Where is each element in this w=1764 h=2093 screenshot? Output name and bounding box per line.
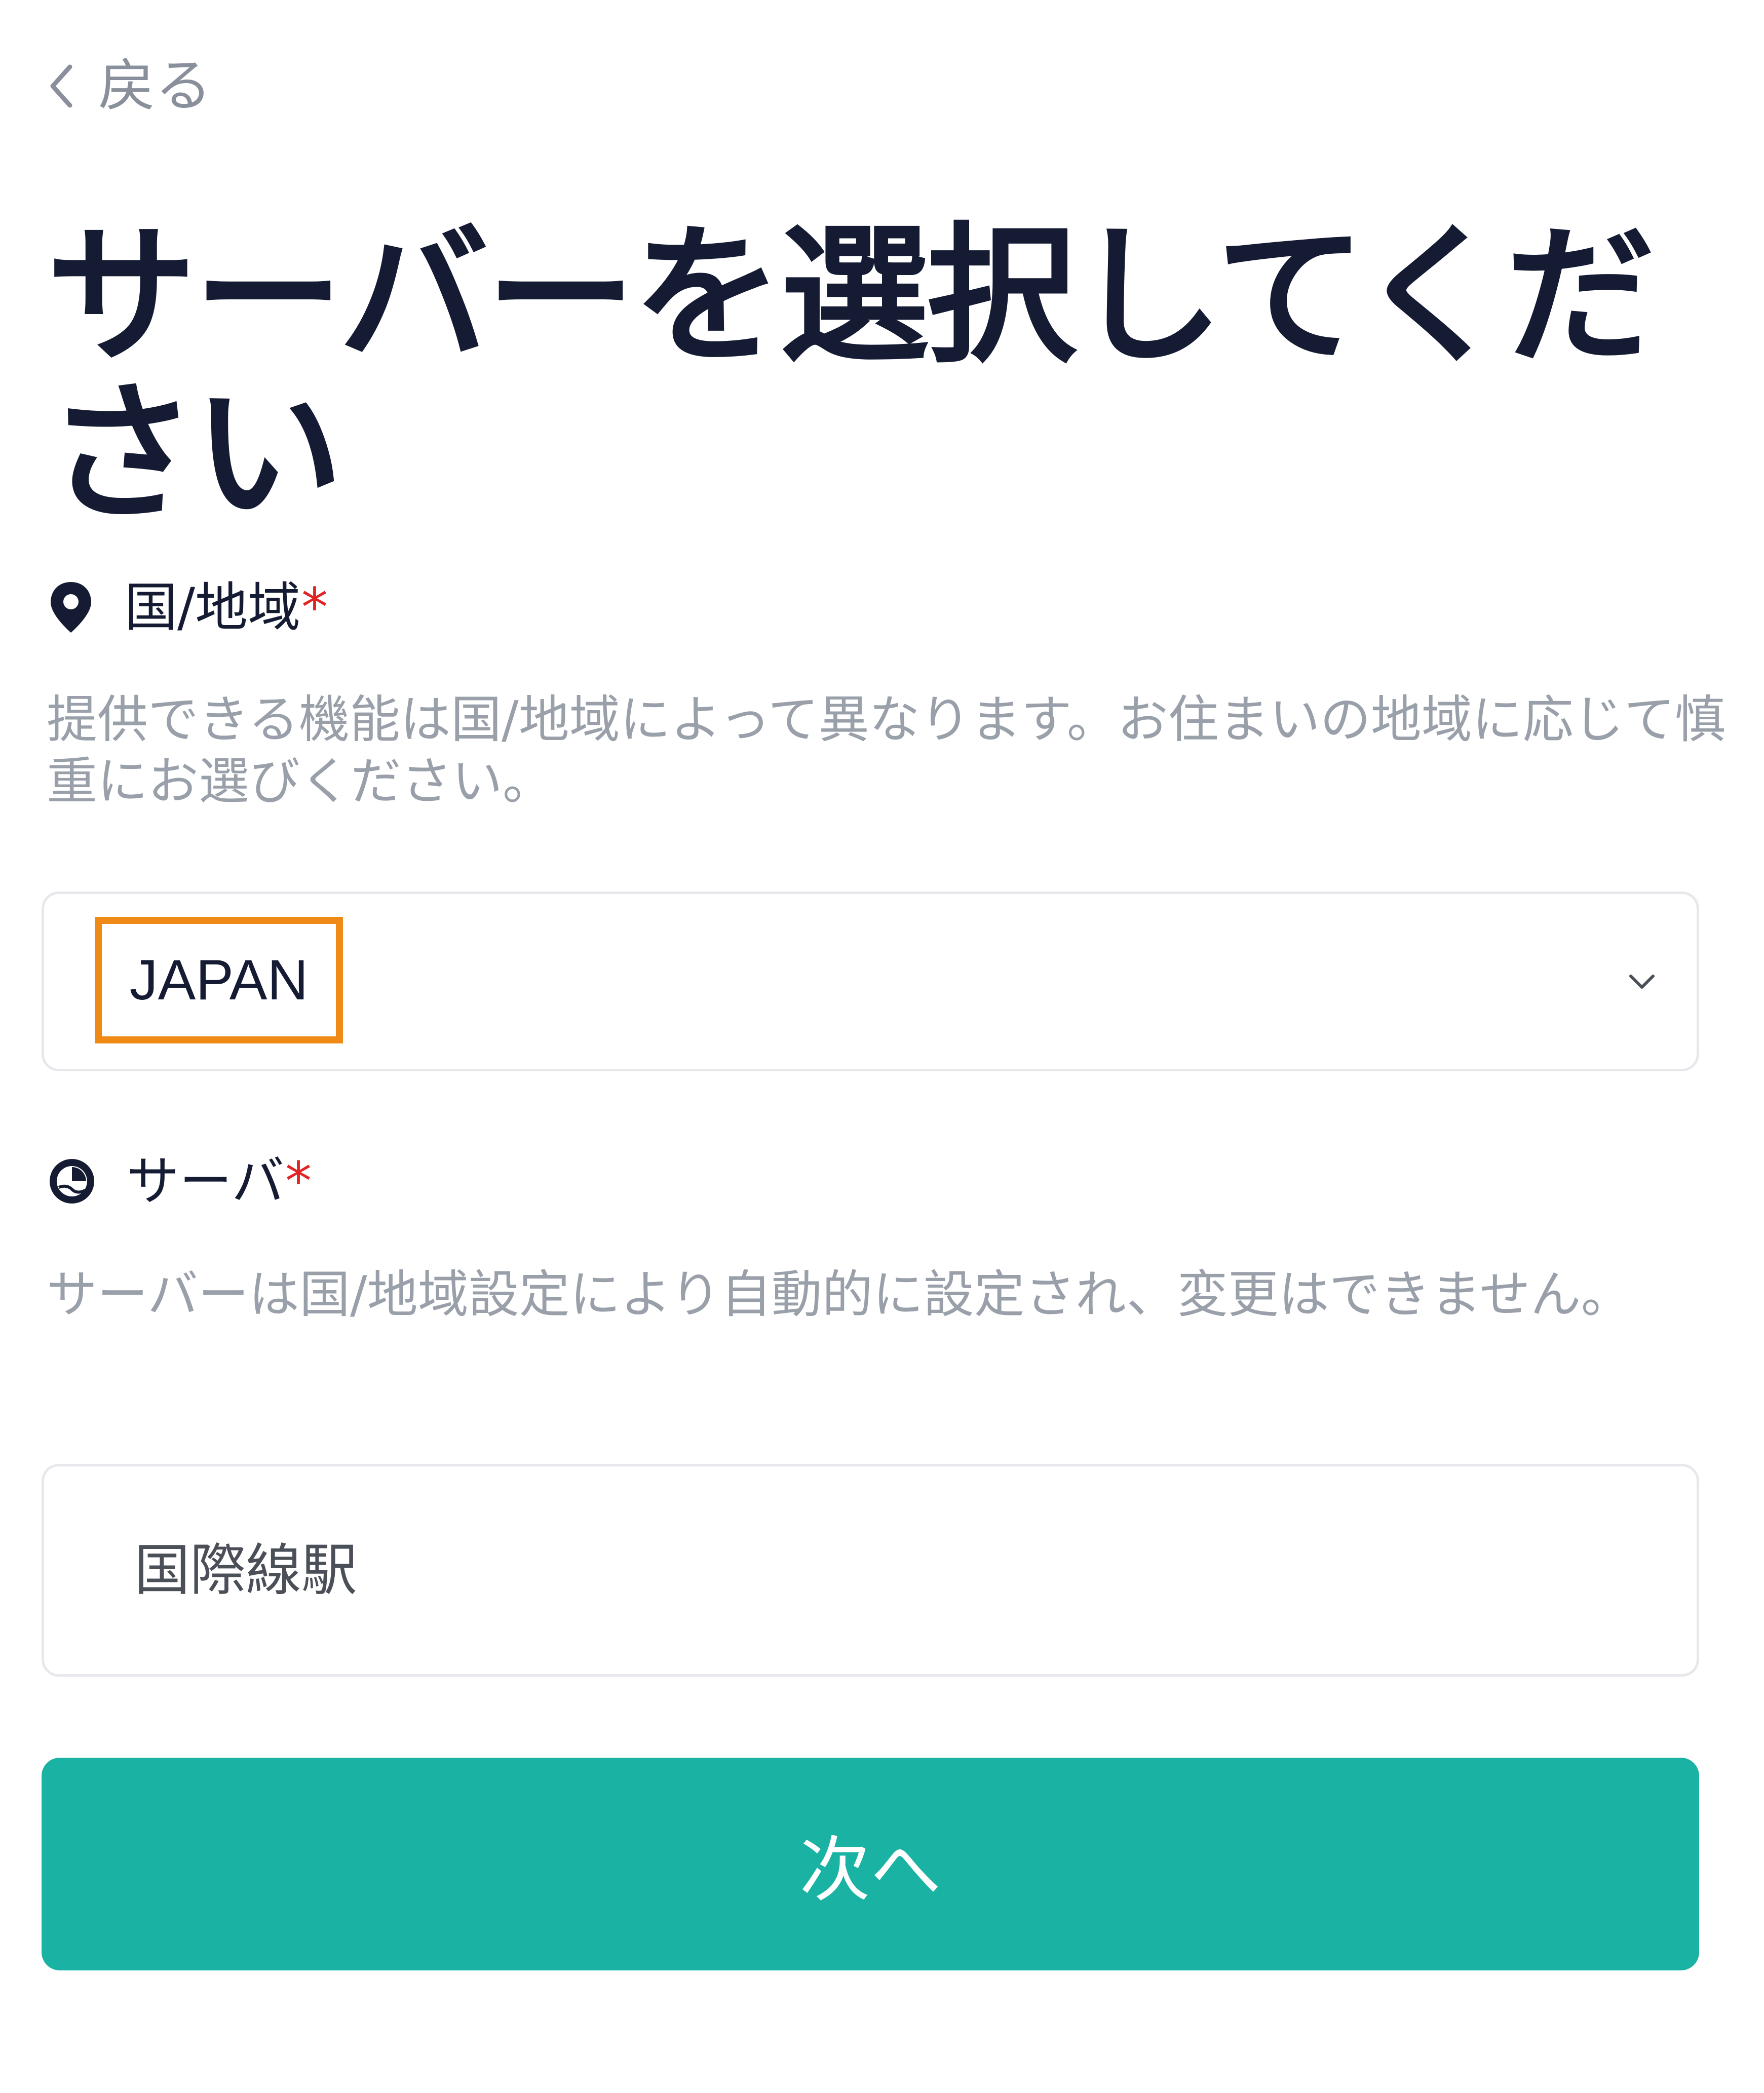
required-mark: * (285, 1150, 312, 1212)
required-mark: * (301, 576, 328, 638)
location-pin-icon (47, 580, 95, 635)
server-field: 国際線駅 (42, 1464, 1699, 1677)
country-select[interactable]: JAPAN (42, 892, 1699, 1071)
country-help-text: 提供できる機能は国/地域によって異なります。お住まいの地域に応じて慎重にお選びく… (47, 690, 1725, 811)
server-value: 国際線駅 (134, 1538, 357, 1603)
server-label-row: サーバ* (47, 1155, 312, 1208)
back-label: 戻る (98, 53, 212, 119)
server-help-text: サーバーは国/地域設定により自動的に設定され、変更はできません。 (47, 1265, 1632, 1324)
server-label: サーバ (127, 1150, 284, 1212)
next-button[interactable]: 次へ (42, 1758, 1699, 1970)
country-label: 国/地域 (125, 576, 301, 638)
page-title: サーバーを選択してください (47, 209, 1655, 541)
chevron-left-icon (47, 61, 77, 111)
selected-country-value: JAPAN (129, 948, 309, 1012)
back-link[interactable]: 戻る (47, 48, 212, 124)
country-label-row: 国/地域* (47, 580, 328, 635)
globe-icon (47, 1156, 97, 1207)
chevron-down-icon[interactable] (1628, 973, 1656, 990)
selected-country-highlight: JAPAN (95, 917, 343, 1043)
